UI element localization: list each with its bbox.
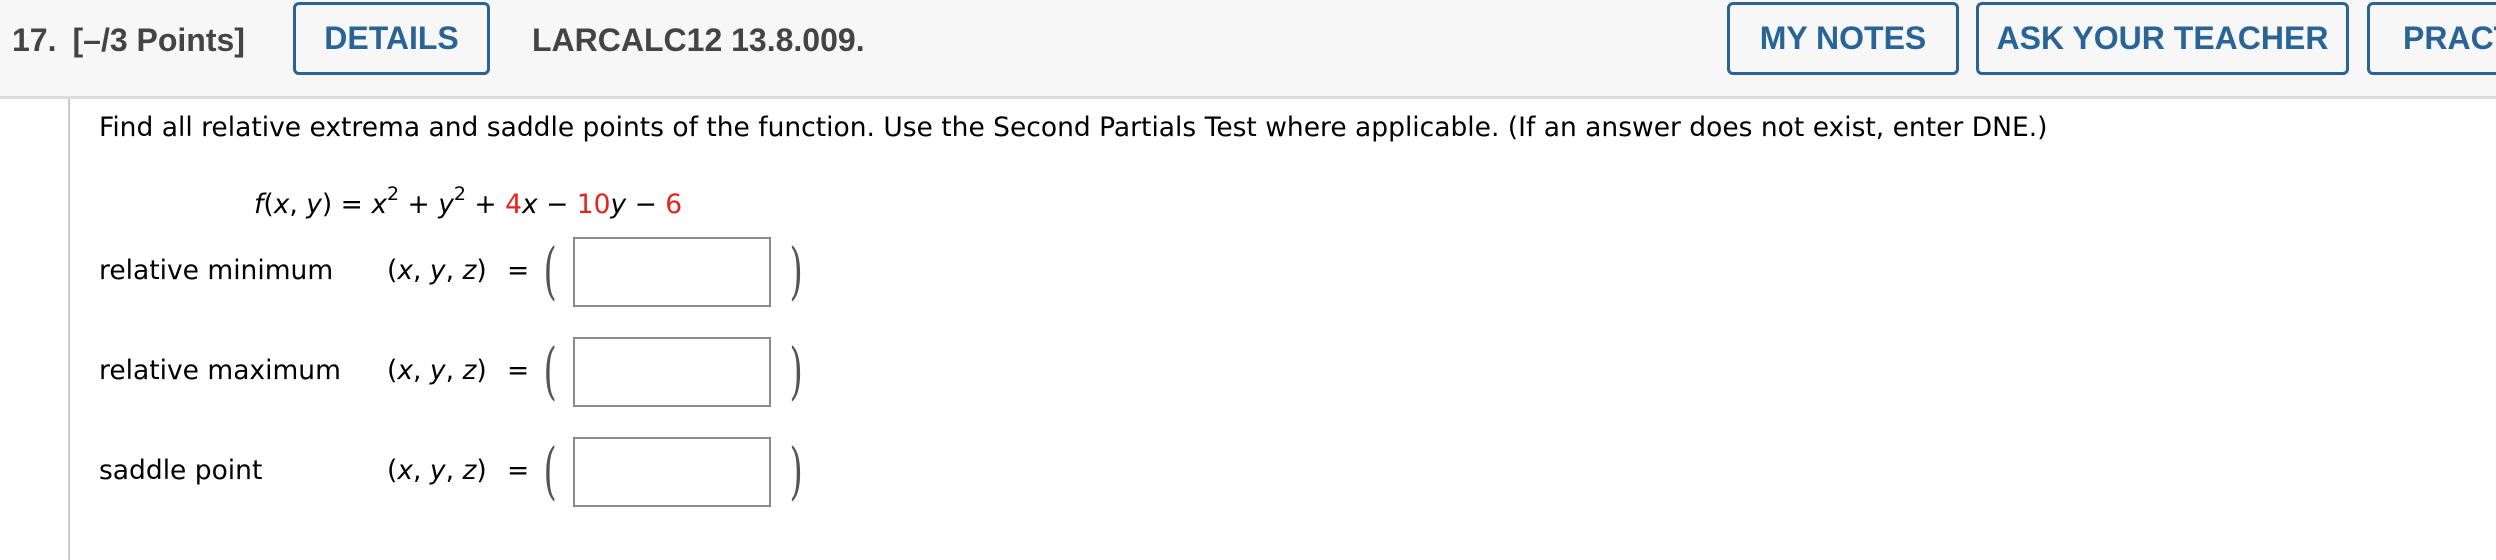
details-button[interactable]: DETAILS — [293, 2, 490, 75]
equals-sign: = — [507, 355, 530, 386]
answer-row-relative-minimum: relative minimum (x, y, z) = ( ) — [0, 234, 1000, 317]
formula-x: x — [521, 188, 538, 220]
formula-operator: − — [634, 188, 657, 220]
question-header: 17. [–/3 Points] DETAILS LARCALC12 13.8.0… — [0, 0, 2496, 99]
formula-lhs: f(x, y) = — [254, 188, 363, 220]
my-notes-button[interactable]: MY NOTES — [1727, 2, 1959, 75]
answer-label: relative minimum — [99, 255, 334, 286]
formula-x: x — [371, 188, 388, 220]
coords-label: (x, y, z) — [387, 255, 487, 286]
equals-sign: = — [507, 255, 530, 286]
question-number: 17. [–/3 Points] — [12, 18, 245, 62]
formula-y-exponent: 2 — [453, 183, 466, 205]
function-formula: f(x, y) = x2 + y2 + 4x − 10y − 6 — [254, 177, 682, 225]
relative-minimum-input[interactable] — [573, 237, 771, 307]
formula-coef-y: 10 — [576, 188, 611, 220]
right-paren: ) — [789, 434, 803, 507]
saddle-point-input[interactable] — [573, 437, 771, 507]
points-label: [–/3 Points] — [72, 22, 245, 58]
formula-constant: 6 — [665, 188, 683, 220]
question-prompt: Find all relative extrema and saddle poi… — [99, 112, 2048, 143]
relative-maximum-input[interactable] — [573, 337, 771, 407]
formula-operator: − — [546, 188, 569, 220]
answer-row-saddle-point: saddle point (x, y, z) = ( ) — [0, 434, 1000, 517]
right-paren: ) — [789, 334, 803, 407]
equals-sign: = — [507, 455, 530, 486]
formula-coef-x: 4 — [505, 188, 522, 220]
left-paren: ( — [543, 434, 557, 507]
coords-label: (x, y, z) — [387, 355, 487, 386]
answer-label: saddle point — [99, 455, 263, 486]
formula-operator: + — [474, 188, 497, 220]
question-id: LARCALC12 13.8.009. — [532, 22, 865, 58]
ask-teacher-button[interactable]: ASK YOUR TEACHER — [1976, 2, 2349, 75]
answer-label: relative maximum — [99, 355, 341, 386]
formula-x-exponent: 2 — [387, 183, 400, 205]
coords-label: (x, y, z) — [387, 455, 487, 486]
left-paren: ( — [543, 334, 557, 407]
formula-y: y — [438, 188, 454, 220]
formula-operator: + — [407, 188, 430, 220]
practice-another-button[interactable]: PRACTICE ANOTHER — [2367, 2, 2496, 75]
left-paren: ( — [543, 234, 557, 307]
answer-row-relative-maximum: relative maximum (x, y, z) = ( ) — [0, 334, 1000, 417]
right-paren: ) — [789, 234, 803, 307]
formula-y: y — [610, 188, 627, 220]
question-number-text: 17. — [12, 22, 57, 58]
